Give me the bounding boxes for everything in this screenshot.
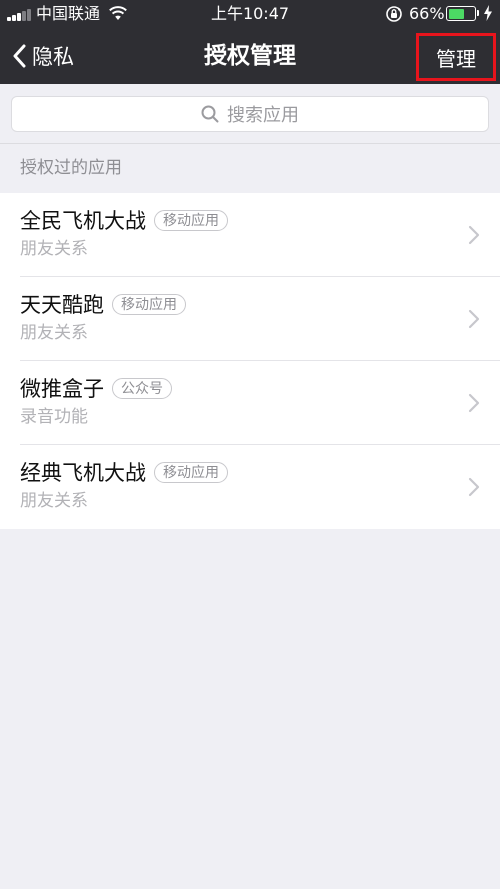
chevron-right-icon <box>468 393 480 413</box>
app-name: 微推盒子 <box>20 377 104 401</box>
chevron-right-icon <box>468 309 480 329</box>
status-bar: 中国联通 上午10:47 66% <box>0 0 500 28</box>
battery-tip <box>477 10 479 16</box>
app-permission: 朋友关系 <box>20 323 88 343</box>
app-type-badge: 移动应用 <box>112 293 186 315</box>
app-title-row: 经典飞机大战 移动应用 <box>20 457 228 487</box>
app-title-row: 天天酷跑 移动应用 <box>20 289 186 319</box>
app-type-badge: 公众号 <box>112 377 172 399</box>
battery-percent: 66% <box>409 4 445 23</box>
charging-bolt-icon <box>484 5 492 21</box>
divider <box>0 143 500 144</box>
app-permission: 朋友关系 <box>20 239 88 259</box>
authorized-app-list: 全民飞机大战 移动应用 朋友关系 天天酷跑 移动应用 朋友关系 微推盒子 公众号… <box>0 193 500 529</box>
list-item[interactable]: 天天酷跑 移动应用 朋友关系 <box>0 277 500 361</box>
chevron-right-icon <box>468 477 480 497</box>
app-name: 天天酷跑 <box>20 293 104 317</box>
manage-button[interactable]: 管理 <box>416 33 496 81</box>
battery-icon <box>446 6 476 21</box>
orientation-lock-icon <box>386 6 402 22</box>
search-input[interactable]: 搜索应用 <box>11 96 489 132</box>
app-type-badge: 移动应用 <box>154 461 228 483</box>
app-title-row: 微推盒子 公众号 <box>20 373 172 403</box>
manage-label: 管理 <box>436 46 476 71</box>
list-item[interactable]: 经典飞机大战 移动应用 朋友关系 <box>0 445 500 529</box>
app-name: 经典飞机大战 <box>20 461 146 485</box>
search-bar: 搜索应用 <box>0 84 500 144</box>
app-permission: 录音功能 <box>20 407 88 427</box>
app-title-row: 全民飞机大战 移动应用 <box>20 205 228 235</box>
battery-level-fill <box>448 8 465 19</box>
nav-bar: 隐私 授权管理 管理 <box>0 28 500 84</box>
section-header: 授权过的应用 <box>20 158 122 178</box>
search-icon <box>201 105 219 123</box>
chevron-right-icon <box>468 225 480 245</box>
header: 中国联通 上午10:47 66% 隐私 授权管理 管理 <box>0 0 500 84</box>
app-permission: 朋友关系 <box>20 491 88 511</box>
search-placeholder: 搜索应用 <box>227 105 299 126</box>
list-item[interactable]: 全民飞机大战 移动应用 朋友关系 <box>0 193 500 277</box>
list-item[interactable]: 微推盒子 公众号 录音功能 <box>0 361 500 445</box>
app-type-badge: 移动应用 <box>154 209 228 231</box>
app-name: 全民飞机大战 <box>20 209 146 233</box>
